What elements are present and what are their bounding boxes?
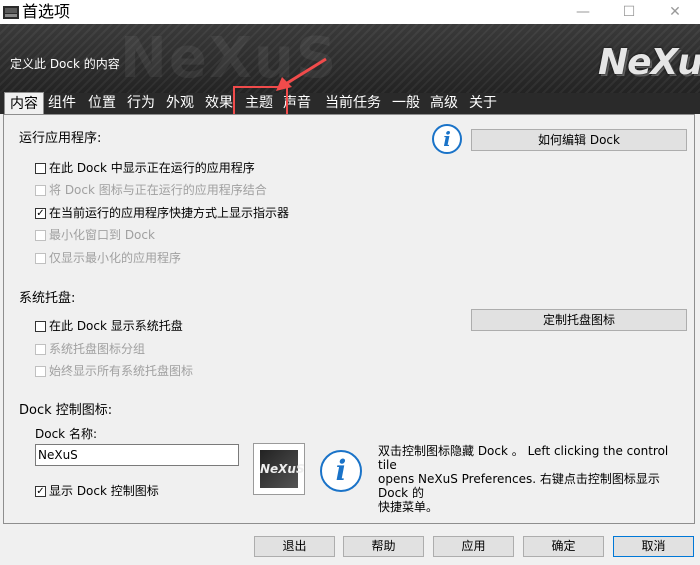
option-only-minimized: 仅显示最小化的应用程序 [35, 251, 181, 265]
tab-behavior[interactable]: 行为 [124, 93, 158, 114]
content-panel: 运行应用程序: i 如何编辑 Dock 在此 Dock 中显示正在运行的应用程序… [3, 114, 695, 524]
tab-current-tasks[interactable]: 当前任务 [322, 93, 384, 114]
window-title: 首选项 [22, 2, 71, 21]
description-line: 双击控制图标隐藏 Dock 。 Left clicking the contro… [378, 444, 669, 472]
nexus-thumbnail-icon: NeXuS [260, 450, 305, 488]
banner-subtitle: 定义此 Dock 的内容 [10, 57, 120, 71]
option-show-system-tray[interactable]: 在此 Dock 显示系统托盘 [35, 319, 183, 333]
option-always-show-tray-icons: 始终显示所有系统托盘图标 [35, 364, 193, 378]
tab-advanced[interactable]: 高级 [427, 93, 461, 114]
option-combine-icons: 将 Dock 图标与正在运行的应用程序结合 [35, 183, 267, 197]
app-icon [3, 6, 19, 19]
tab-effects[interactable]: 效果 [202, 93, 236, 114]
tab-position[interactable]: 位置 [85, 93, 119, 114]
dock-control-heading: Dock 控制图标: [19, 403, 113, 418]
option-label: 系统托盘图标分组 [49, 342, 146, 356]
checkbox [35, 184, 46, 196]
option-label: 始终显示所有系统托盘图标 [49, 364, 194, 378]
tab-appearance[interactable]: 外观 [163, 93, 197, 114]
option-label: 最小化窗口到 Dock [49, 228, 155, 242]
dock-control-icon-preview[interactable]: NeXuS [253, 443, 305, 495]
option-minimize-to-dock: 最小化窗口到 Dock [35, 228, 155, 242]
option-show-running-apps[interactable]: 在此 Dock 中显示正在运行的应用程序 [35, 161, 255, 175]
dock-control-description: 双击控制图标隐藏 Dock 。 Left clicking the contro… [378, 444, 690, 514]
tab-content[interactable]: 内容 [4, 92, 44, 115]
checkbox [35, 343, 46, 355]
dock-name-input[interactable]: NeXuS [35, 444, 239, 466]
apply-button[interactable]: 应用 [433, 536, 514, 557]
ok-button[interactable]: 确定 [523, 536, 604, 557]
running-apps-heading: 运行应用程序: [19, 131, 102, 146]
info-icon: i [432, 124, 462, 154]
nexus-logo: NeXuS [598, 42, 700, 83]
option-label: 在此 Dock 显示系统托盘 [49, 319, 183, 333]
checkbox[interactable] [35, 162, 46, 174]
tab-about[interactable]: 关于 [466, 93, 500, 114]
maximize-button[interactable]: ☐ [606, 0, 652, 24]
checkbox [35, 365, 46, 377]
cancel-button[interactable]: 取消 [613, 536, 694, 557]
description-line: 快捷菜单。 [378, 500, 439, 514]
minimize-button[interactable]: — [560, 0, 606, 24]
title-bar: 首选项 — ☐ ✕ [0, 0, 700, 24]
option-group-tray-icons: 系统托盘图标分组 [35, 342, 145, 356]
exit-button[interactable]: 退出 [254, 536, 335, 557]
customize-tray-icons-button[interactable]: 定制托盘图标 [471, 309, 687, 331]
close-button[interactable]: ✕ [652, 0, 698, 24]
checkbox-checked[interactable] [35, 485, 46, 497]
checkbox [35, 252, 46, 264]
description-line: opens NeXuS Preferences. 右键点击控制图标显示 Dock… [378, 472, 660, 500]
header-banner: NeXuS 定义此 Dock 的内容 NeXuS [0, 24, 700, 93]
checkbox-checked[interactable] [35, 207, 46, 219]
option-label: 仅显示最小化的应用程序 [49, 251, 182, 265]
option-show-indicator[interactable]: 在当前运行的应用程序快捷方式上显示指示器 [35, 206, 289, 220]
tab-strip: 内容 组件 位置 行为 外观 效果 主题 声音 当前任务 一般 高级 关于 [0, 92, 700, 115]
option-label: 显示 Dock 控制图标 [49, 484, 159, 498]
checkbox[interactable] [35, 320, 46, 332]
info-icon-large: i [320, 450, 362, 492]
option-show-dock-control-icon[interactable]: 显示 Dock 控制图标 [35, 484, 159, 498]
checkbox [35, 229, 46, 241]
help-button[interactable]: 帮助 [343, 536, 424, 557]
tab-general[interactable]: 一般 [389, 93, 423, 114]
option-label: 将 Dock 图标与正在运行的应用程序结合 [49, 183, 267, 197]
how-to-edit-dock-button[interactable]: 如何编辑 Dock [471, 129, 687, 151]
dock-name-label: Dock 名称: [35, 427, 97, 441]
option-label: 在当前运行的应用程序快捷方式上显示指示器 [49, 206, 290, 220]
system-tray-heading: 系统托盘: [19, 291, 76, 306]
annotation-highlight-box [233, 86, 288, 117]
tab-components[interactable]: 组件 [45, 93, 79, 114]
option-label: 在此 Dock 中显示正在运行的应用程序 [49, 161, 255, 175]
